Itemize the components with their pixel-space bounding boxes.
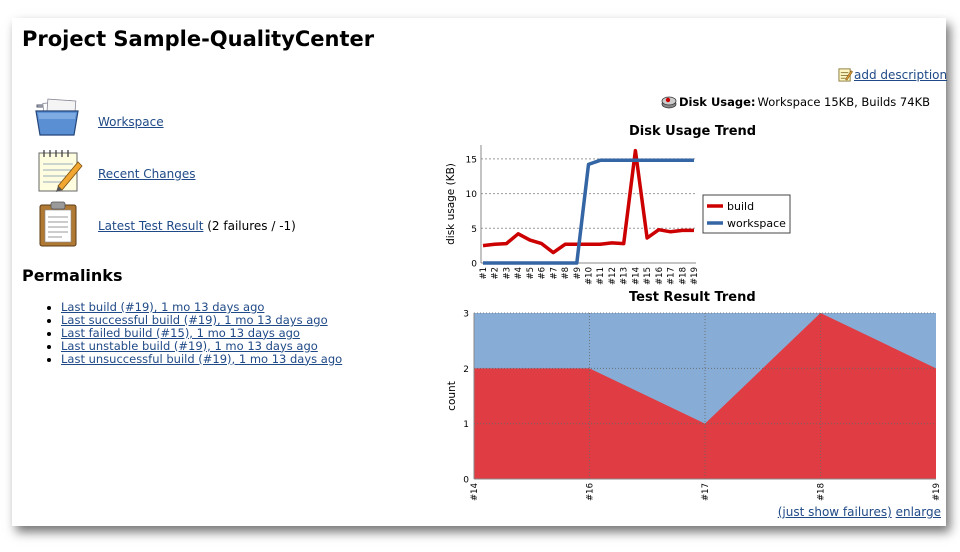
x-tick-label: #7	[549, 267, 559, 280]
x-tick-label: #19	[932, 483, 942, 501]
x-tick-label: #14	[631, 267, 641, 285]
disk-usage-summary: Disk Usage: Workspace 15KB, Builds 74KB	[661, 95, 930, 109]
x-tick-label: #9	[573, 267, 583, 280]
disk-usage-label: Disk Usage:	[678, 95, 756, 109]
permalink-last-successful-build[interactable]: Last successful build (#19), 1 mo 13 day…	[61, 313, 328, 327]
x-tick-label: #14	[470, 483, 480, 501]
x-tick-label: #12	[608, 267, 618, 285]
test-result-chart[interactable]: 0 1 2 3 #14 #16 #17 #18 #19 count	[440, 300, 945, 505]
x-tick-label: #17	[701, 483, 711, 501]
legend-label-build: build	[727, 200, 754, 213]
permalink-last-build[interactable]: Last build (#19), 1 mo 13 days ago	[61, 300, 264, 314]
x-tick-label: #8	[561, 267, 571, 280]
y-tick-label: 1	[463, 420, 469, 430]
page-title: Project Sample-QualityCenter	[22, 27, 375, 51]
sidebar-item-latest-test-result: Latest Test Result (2 failures / -1)	[98, 219, 296, 233]
x-tick-label: #6	[538, 267, 548, 280]
y-axis-label: count	[446, 381, 458, 411]
x-tick-label: #1	[479, 267, 489, 280]
enlarge-link[interactable]: enlarge	[896, 505, 941, 519]
x-tick-label: #4	[514, 267, 524, 280]
permalink-item: Last unsuccessful build (#19), 1 mo 13 d…	[61, 352, 342, 366]
legend-label-workspace: workspace	[727, 217, 786, 230]
add-description[interactable]: add description	[838, 67, 947, 82]
notepad-pencil-icon	[838, 68, 853, 82]
y-tick-label: 15	[466, 155, 477, 165]
x-tick-label: #18	[817, 483, 827, 501]
disk-usage-value: Workspace 15KB, Builds 74KB	[757, 95, 930, 109]
x-tick-label: #18	[678, 267, 688, 285]
x-tick-label: #3	[502, 267, 512, 280]
x-tick-label: #5	[526, 267, 536, 280]
latest-test-result-detail: (2 failures / -1)	[207, 219, 296, 233]
x-tick-label: #17	[667, 267, 677, 285]
sidebar-item-workspace[interactable]: Workspace	[98, 115, 164, 129]
chart-links: (just show failures) enlarge	[778, 505, 941, 519]
permalinks-heading: Permalinks	[22, 266, 123, 285]
permalink-last-unsuccessful-build[interactable]: Last unsuccessful build (#19), 1 mo 13 d…	[61, 352, 342, 366]
sidebar-item-recent-changes[interactable]: Recent Changes	[98, 167, 195, 181]
disk-usage-chart[interactable]: 051015#1 #2 #3 #4 #5 #6 #7 #8 #9 #10 #11 #12 #13 #14 #…	[440, 140, 800, 290]
hard-disk-icon	[661, 96, 677, 109]
y-tick-label: 3	[463, 310, 469, 320]
x-tick-label: #10	[585, 267, 595, 285]
x-tick-label: #16	[586, 483, 596, 501]
latest-test-result-link[interactable]: Latest Test Result	[98, 219, 203, 233]
y-tick-label: 0	[463, 476, 469, 486]
series-line-workspace	[483, 158, 694, 265]
y-tick-label: 10	[466, 190, 478, 200]
permalinks-list: Last build (#19), 1 mo 13 days ago Last …	[44, 301, 342, 366]
x-tick-label: #2	[491, 267, 501, 280]
y-tick-label: 2	[463, 365, 469, 375]
x-tick-label: #19	[690, 267, 700, 285]
disk-usage-chart-title: Disk Usage Trend	[629, 124, 757, 139]
clipboard-icon	[39, 201, 77, 247]
y-tick-label: 5	[471, 225, 477, 235]
notepad-icon	[38, 150, 83, 192]
permalink-last-unstable-build[interactable]: Last unstable build (#19), 1 mo 13 days …	[61, 339, 318, 353]
y-axis-label: disk usage (KB)	[445, 163, 457, 245]
x-tick-label: #15	[643, 267, 653, 285]
x-tick-label: #16	[655, 267, 665, 285]
just-show-failures-link[interactable]: (just show failures)	[778, 505, 892, 519]
x-tick-label: #13	[620, 267, 630, 285]
x-tick-label: #11	[596, 267, 606, 285]
add-description-link[interactable]: add description	[854, 68, 947, 82]
y-tick-label: 0	[471, 260, 477, 270]
permalink-last-failed-build[interactable]: Last failed build (#15), 1 mo 13 days ag…	[61, 326, 300, 340]
folder-icon	[35, 98, 79, 136]
